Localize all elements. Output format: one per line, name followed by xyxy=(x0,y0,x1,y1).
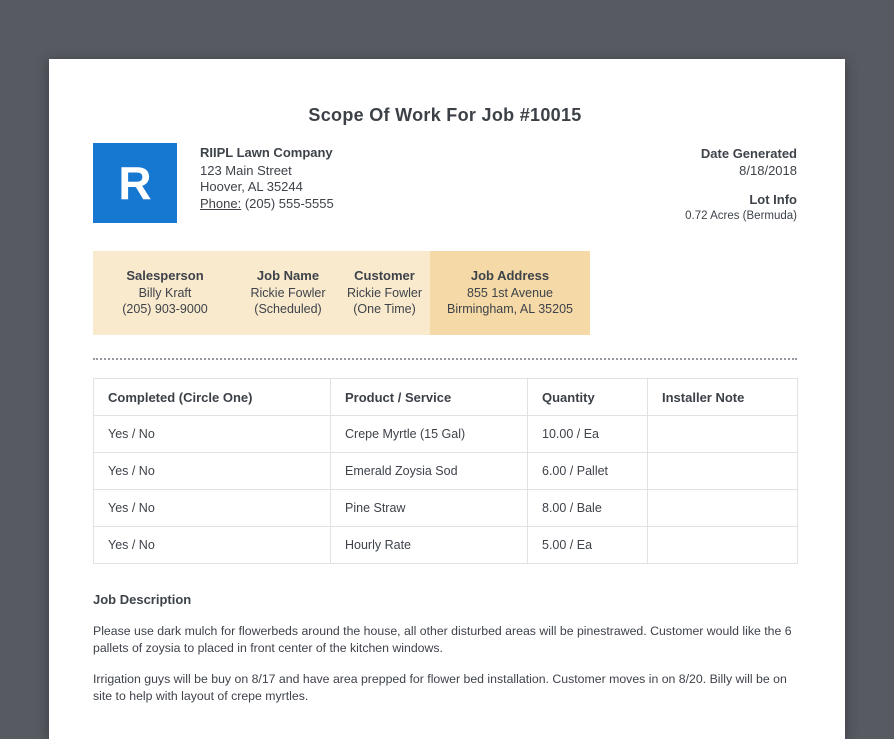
company-address-line1: 123 Main Street xyxy=(200,162,292,178)
work-table: Completed (Circle One) Product / Service… xyxy=(93,378,798,564)
job-description-heading: Job Description xyxy=(93,592,192,607)
table-row: Yes / No Pine Straw 8.00 / Bale xyxy=(93,489,798,527)
header-completed: Completed (Circle One) xyxy=(93,378,331,416)
job-description-section: Job Description Please use dark mulch fo… xyxy=(93,592,797,705)
cell-completed: Yes / No xyxy=(93,526,331,564)
summary-label: Salesperson xyxy=(126,268,204,283)
table-row: Yes / No Emerald Zoysia Sod 6.00 / Palle… xyxy=(93,452,798,490)
summary-line1: Rickie Fowler xyxy=(250,286,326,300)
phone-number: (205) 555-5555 xyxy=(244,195,334,211)
cell-quantity: 10.00 / Ea xyxy=(527,415,648,453)
company-phone: Phone: (205) 555-5555 xyxy=(200,196,334,213)
viewer-background: Scope Of Work For Job #10015 R RIIPL Law… xyxy=(0,0,894,739)
logo-letter: R xyxy=(118,157,152,209)
company-logo: R xyxy=(93,143,177,223)
cell-completed: Yes / No xyxy=(93,452,331,490)
cell-quantity: 5.00 / Ea xyxy=(527,526,648,564)
date-generated-value: 8/18/2018 xyxy=(739,163,797,178)
summary-line2: Birmingham, AL 35205 xyxy=(446,302,573,316)
cell-installer-note xyxy=(647,452,798,490)
summary-line1: Billy Kraft xyxy=(138,286,192,300)
header-installer-note: Installer Note xyxy=(647,378,798,416)
cell-product: Emerald Zoysia Sod xyxy=(330,452,528,490)
summary-col-salesperson: Salesperson Billy Kraft (205) 903-9000 xyxy=(93,251,237,335)
summary-line2: (Scheduled) xyxy=(254,302,322,316)
summary-col-customer: Customer Rickie Fowler (One Time) xyxy=(339,251,430,335)
cell-installer-note xyxy=(647,489,798,527)
work-table-header-row: Completed (Circle One) Product / Service… xyxy=(93,378,798,416)
header-product-service: Product / Service xyxy=(330,378,528,416)
summary-label: Job Address xyxy=(470,268,550,283)
summary-col-job-address: Job Address 855 1st Avenue Birmingham, A… xyxy=(430,251,590,335)
lot-info-label: Lot Info xyxy=(749,192,797,207)
table-row: Yes / No Hourly Rate 5.00 / Ea xyxy=(93,526,798,564)
cell-installer-note xyxy=(647,526,798,564)
document-page: Scope Of Work For Job #10015 R RIIPL Law… xyxy=(49,59,845,739)
cell-quantity: 8.00 / Bale xyxy=(527,489,648,527)
cell-product: Pine Straw xyxy=(330,489,528,527)
job-description-paragraph: Please use dark mulch for flowerbeds aro… xyxy=(93,624,792,655)
date-generated-label: Date Generated xyxy=(700,146,797,161)
cell-product: Crepe Myrtle (15 Gal) xyxy=(330,415,528,453)
cell-quantity: 6.00 / Pallet xyxy=(527,452,648,490)
summary-line2: (205) 903-9000 xyxy=(122,302,208,316)
cell-completed: Yes / No xyxy=(93,489,331,527)
summary-label: Job Name xyxy=(256,268,320,283)
company-block: R RIIPL Lawn Company 123 Main Street Hoo… xyxy=(93,143,334,225)
lot-info-value: 0.72 Acres (Bermuda) xyxy=(685,210,797,222)
document-header: R RIIPL Lawn Company 123 Main Street Hoo… xyxy=(93,143,797,225)
job-summary-band: Salesperson Billy Kraft (205) 903-9000 J… xyxy=(93,251,590,335)
company-name: RIIPL Lawn Company xyxy=(200,145,333,160)
summary-line2: (One Time) xyxy=(353,302,416,316)
dotted-divider xyxy=(93,358,797,360)
company-address-line2: Hoover, AL 35244 xyxy=(200,179,303,194)
cell-product: Hourly Rate xyxy=(330,526,528,564)
table-row: Yes / No Crepe Myrtle (15 Gal) 10.00 / E… xyxy=(93,415,798,453)
company-info: RIIPL Lawn Company 123 Main Street Hoove… xyxy=(200,143,334,225)
phone-label: Phone: xyxy=(200,195,242,211)
summary-col-job-name: Job Name Rickie Fowler (Scheduled) xyxy=(237,251,339,335)
document-title: Scope Of Work For Job #10015 xyxy=(308,105,582,125)
summary-label: Customer xyxy=(354,268,415,283)
header-quantity: Quantity xyxy=(527,378,648,416)
cell-installer-note xyxy=(647,415,798,453)
cell-completed: Yes / No xyxy=(93,415,331,453)
summary-line1: Rickie Fowler xyxy=(346,286,422,300)
summary-line1: 855 1st Avenue xyxy=(467,286,553,300)
document-meta: Date Generated 8/18/2018 Lot Info 0.72 A… xyxy=(685,143,797,225)
